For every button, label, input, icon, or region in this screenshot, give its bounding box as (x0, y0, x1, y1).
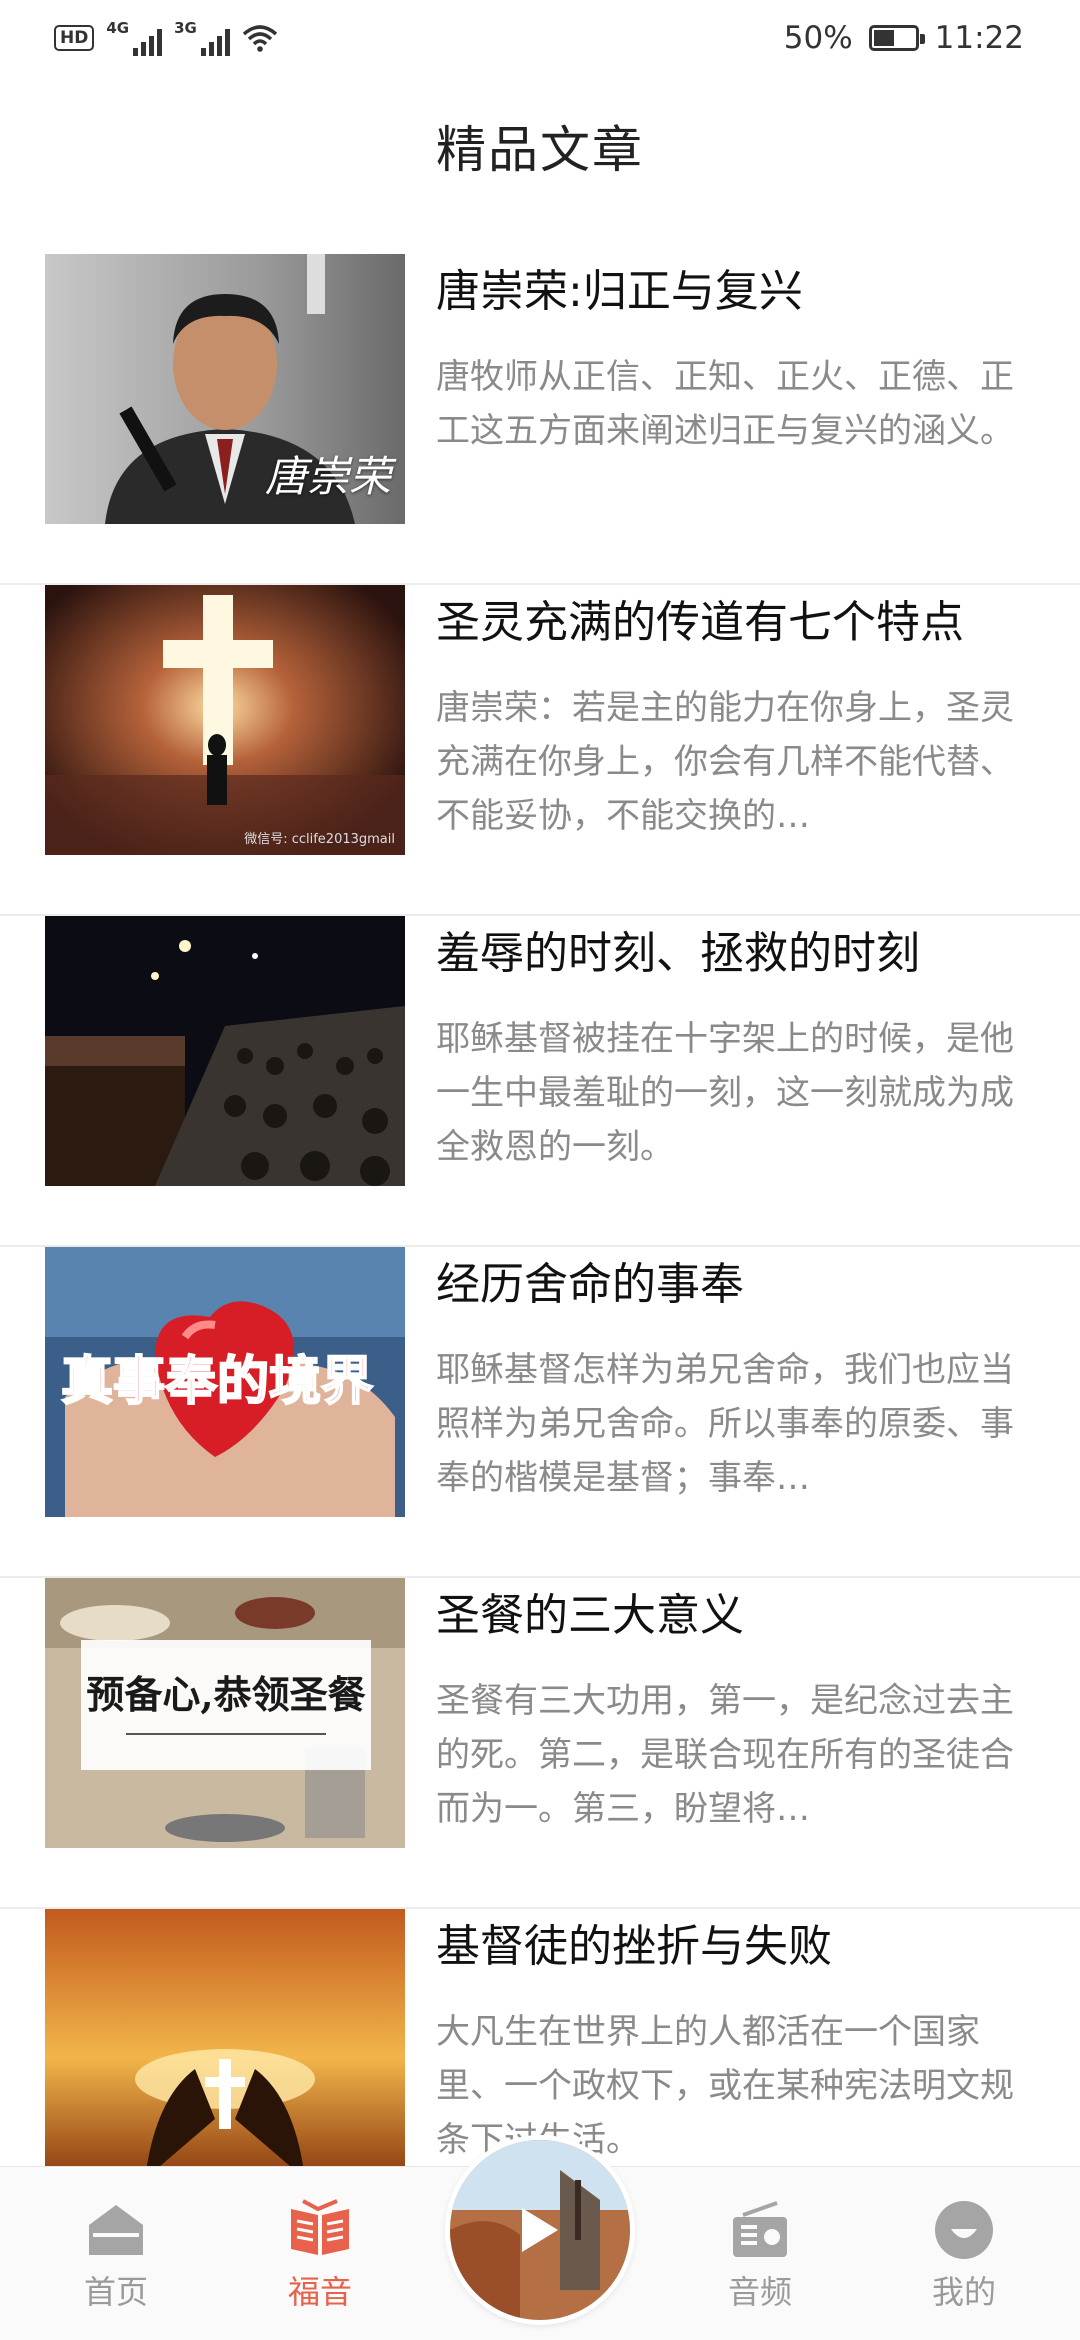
article-summary: 耶稣基督怎样为弟兄舍命，我们也应当照样为弟兄舍命。所以事奉的原委、事奉的楷模是基… (436, 1350, 1014, 1498)
article-title: 经历舍命的事奉 (436, 1259, 744, 1310)
home-icon (89, 2205, 143, 2255)
battery-percent: 50% (783, 20, 853, 56)
battery-level (873, 30, 894, 46)
article-item[interactable]: 唐崇荣 唐崇荣:归正与复兴 唐牧师从正信、正知、正火、正德、正工这五方面来阐述归… (0, 254, 1080, 585)
article-item[interactable]: 微信号: cclife2013gmail 圣灵充满的传道有七个特点 唐崇荣：若是… (0, 585, 1080, 916)
nav-home-label: 首页 (83, 2273, 148, 2311)
article-summary: 唐牧师从正信、正知、正火、正德、正工这五方面来阐述归正与复兴的涵义。 (436, 357, 1014, 451)
nav-audio[interactable]: 音频 (690, 2199, 830, 2313)
audio-player-button[interactable] (450, 2140, 630, 2320)
article-thumbnail: 微信号: cclife2013gmail (45, 585, 405, 855)
status-bar: HD 4G 3G 50% 11:22 (0, 0, 1080, 76)
book-icon (291, 2199, 349, 2255)
thumbnail-caption: 预备心,恭领圣餐 (86, 1672, 366, 1717)
wifi-icon (242, 25, 277, 52)
article-thumbnail: 预备心,恭领圣餐 (45, 1578, 405, 1848)
radio-icon (733, 2201, 787, 2257)
signal-icon: 4G (106, 18, 163, 56)
article-title: 圣餐的三大意义 (436, 1590, 744, 1641)
cross-image (45, 585, 405, 855)
status-left: HD 4G 3G (54, 18, 278, 56)
clock: 11:22 (934, 20, 1024, 56)
nav-gospel[interactable]: 福音 (250, 2199, 390, 2313)
page-title: 精品文章 (436, 121, 644, 179)
crowd-image (45, 916, 405, 1186)
article-thumbnail (45, 916, 405, 1186)
article-summary: 耶稣基督被挂在十字架上的时候，是他一生中最羞耻的一刻，这一刻就成为成全救恩的一刻… (436, 1019, 1014, 1167)
player-cover-image (450, 2140, 630, 2320)
article-thumbnail (45, 1909, 405, 2179)
article-title: 基督徒的挫折与失败 (436, 1921, 832, 1972)
nav-gospel-label: 福音 (287, 2273, 352, 2311)
article-item[interactable]: 真事奉的境界 经历舍命的事奉 耶稣基督怎样为弟兄舍命，我们也应当照样为弟兄舍命。… (0, 1247, 1080, 1578)
profile-icon (935, 2201, 993, 2259)
article-item[interactable]: 预备心,恭领圣餐 圣餐的三大意义 圣餐有三大功用，第一，是纪念过去主的死。第二，… (0, 1578, 1080, 1909)
nav-audio-label: 音频 (727, 2273, 792, 2311)
app-screen: HD 4G 3G 50% 11:22 精品文章 唐崇荣 唐崇荣:归正与复兴 唐牧… (0, 0, 1080, 2340)
thumbnail-caption: 真事奉的境界 (60, 1351, 374, 1413)
article-title: 圣灵充满的传道有七个特点 (436, 597, 964, 648)
article-thumbnail: 真事奉的境界 (45, 1247, 405, 1517)
article-title: 唐崇荣:归正与复兴 (436, 266, 803, 317)
article-summary: 圣餐有三大功用，第一，是纪念过去主的死。第二，是联合现在所有的圣徒合而为一。第三… (436, 1681, 1014, 1829)
thumbnail-banner: 预备心,恭领圣餐 (81, 1640, 371, 1770)
nav-mine-label: 我的 (931, 2273, 996, 2311)
thumbnail-caption: 微信号: cclife2013gmail (244, 832, 395, 847)
signal-icon: 3G (174, 18, 230, 56)
article-item[interactable]: 羞辱的时刻、拯救的时刻 耶稣基督被挂在十字架上的时候，是他一生中最羞耻的一刻，这… (0, 916, 1080, 1247)
hd-icon: HD (54, 25, 95, 51)
article-thumbnail: 唐崇荣 (45, 254, 405, 524)
status-right: 50% 11:22 (784, 20, 1024, 56)
nav-home[interactable]: 首页 (46, 2199, 186, 2313)
article-summary: 唐崇荣：若是主的能力在你身上，圣灵充满在你身上，你会有几样不能代替、不能妥协，不… (436, 688, 1014, 836)
sim1-network-label: 4G (106, 18, 130, 37)
article-title: 羞辱的时刻、拯救的时刻 (436, 928, 920, 979)
battery-icon (868, 25, 925, 51)
sim2-network-label: 3G (174, 18, 197, 37)
thumbnail-caption: 唐崇荣 (264, 452, 391, 501)
article-list: 唐崇荣 唐崇荣:归正与复兴 唐牧师从正信、正知、正火、正德、正工这五方面来阐述归… (0, 254, 1080, 2240)
sunset-hands-image (45, 1909, 405, 2179)
nav-mine[interactable]: 我的 (894, 2199, 1034, 2313)
